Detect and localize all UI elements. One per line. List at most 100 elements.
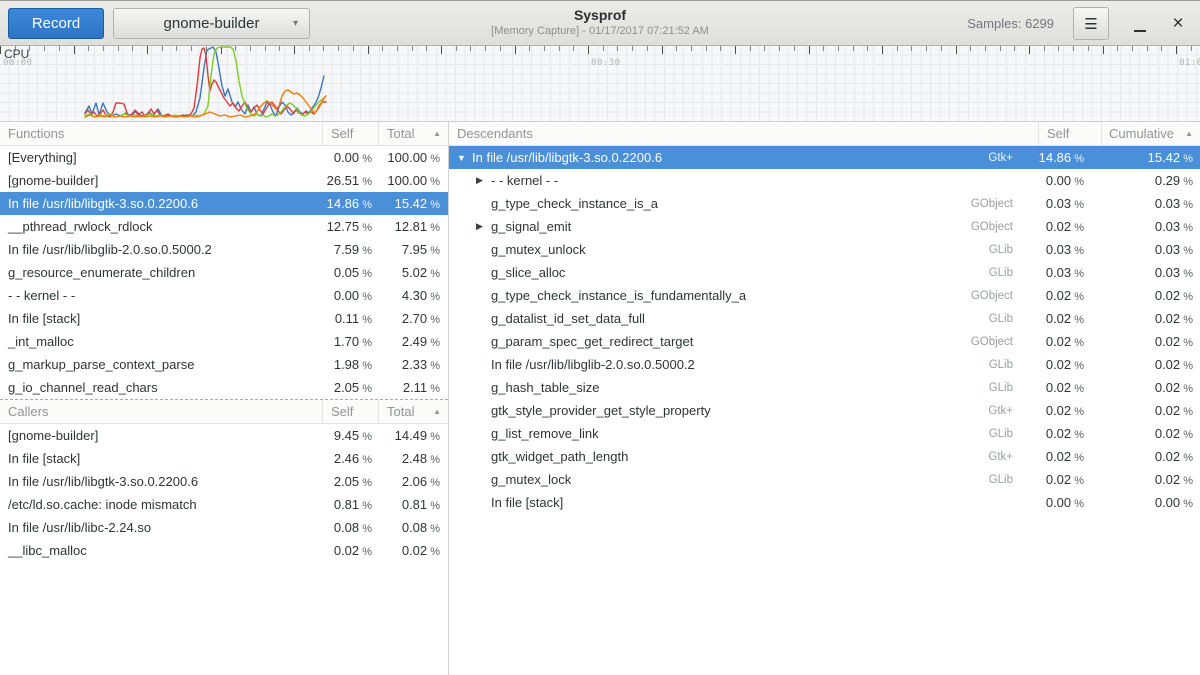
functions-column-header[interactable]: Functions (0, 122, 322, 145)
descendants-self-column-header[interactable]: Self (1038, 122, 1101, 145)
descendant-name-cell: g_mutex_lockGLib (449, 472, 1021, 487)
library-tag: Gtk+ (988, 451, 1021, 463)
descendant-name-cell: ▼In file /usr/lib/libgtk-3.so.0.2200.6Gt… (449, 150, 1021, 165)
tree-row[interactable]: In file /usr/lib/libglib-2.0.so.0.5000.2… (449, 353, 1200, 376)
self-value: 14.86 % (1021, 150, 1094, 165)
descendant-name: g_datalist_id_set_data_full (491, 311, 645, 326)
descendant-name: In file /usr/lib/libgtk-3.so.0.2200.6 (472, 150, 662, 165)
callers-total-column-header[interactable]: Total▲ (378, 400, 448, 423)
function-name: In file /usr/lib/libc-2.24.so (0, 520, 322, 535)
cpu-timeline-graph[interactable]: CPU 00:0000:3001:00 (0, 46, 1200, 122)
cumulative-value: 0.02 % (1094, 403, 1200, 418)
descendants-table: ▼In file /usr/lib/libgtk-3.so.0.2200.6 Gt… (449, 146, 1200, 514)
tree-row[interactable]: gtk_widget_path_lengthGtk+0.02 %0.02 % (449, 445, 1200, 468)
table-row[interactable]: - - kernel - -0.00 %4.30 % (0, 284, 448, 307)
library-tag: GLib (989, 313, 1021, 325)
descendant-name-cell: g_param_spec_get_redirect_targetGObject (449, 334, 1021, 349)
close-icon: × (1172, 13, 1183, 35)
header-bar: Record gnome-builder ▾ Sysprof [Memory C… (0, 0, 1200, 46)
library-tag: Gtk+ (988, 405, 1021, 417)
self-value: 1.98 % (322, 357, 378, 372)
descendant-name: g_type_check_instance_is_fundamentally_a (491, 288, 746, 303)
collapse-icon[interactable]: ▼ (457, 153, 472, 163)
tree-row[interactable]: g_datalist_id_set_data_fullGLib0.02 %0.0… (449, 307, 1200, 330)
callers-self-column-header[interactable]: Self (322, 400, 378, 423)
table-row[interactable]: _int_malloc1.70 %2.49 % (0, 330, 448, 353)
table-row[interactable]: [gnome-builder]9.45 %14.49 % (0, 424, 448, 447)
self-value: 0.00 % (322, 288, 378, 303)
function-name: _int_malloc (0, 334, 322, 349)
tree-row[interactable]: g_hash_table_sizeGLib0.02 %0.02 % (449, 376, 1200, 399)
table-row[interactable]: [gnome-builder]26.51 %100.00 % (0, 169, 448, 192)
library-tag: GObject (971, 336, 1021, 348)
function-name: [gnome-builder] (0, 428, 322, 443)
table-row[interactable]: In file /usr/lib/libc-2.24.so0.08 %0.08 … (0, 516, 448, 539)
total-column-label: Total (387, 126, 414, 141)
function-name: - - kernel - - (0, 288, 322, 303)
table-row[interactable]: In file [stack]2.46 %2.48 % (0, 447, 448, 470)
tree-row[interactable]: g_slice_allocGLib0.03 %0.03 % (449, 261, 1200, 284)
time-label: 00:30 (591, 58, 621, 68)
table-row[interactable]: In file /usr/lib/libgtk-3.so.0.2200.62.0… (0, 470, 448, 493)
sort-ascending-icon: ▲ (1185, 129, 1193, 138)
expand-icon[interactable]: ▶ (476, 221, 491, 232)
table-row[interactable]: In file [stack]0.11 %2.70 % (0, 307, 448, 330)
descendant-name-cell: g_type_check_instance_is_fundamentally_a… (449, 288, 1021, 303)
table-row[interactable]: /etc/ld.so.cache: inode mismatch0.81 %0.… (0, 493, 448, 516)
self-value: 0.02 % (1021, 334, 1094, 349)
record-button[interactable]: Record (8, 8, 104, 39)
tree-row[interactable]: gtk_style_provider_get_style_propertyGtk… (449, 399, 1200, 422)
tree-row[interactable]: ▼In file /usr/lib/libgtk-3.so.0.2200.6Gt… (449, 146, 1200, 169)
total-value: 14.49 % (378, 428, 448, 443)
self-value: 2.46 % (322, 451, 378, 466)
functions-self-column-header[interactable]: Self (322, 122, 378, 145)
table-row[interactable]: g_resource_enumerate_children0.05 %5.02 … (0, 261, 448, 284)
descendants-cumulative-column-header[interactable]: Cumulative▲ (1101, 122, 1200, 145)
tree-row[interactable]: g_mutex_unlockGLib0.03 %0.03 % (449, 238, 1200, 261)
total-value: 2.70 % (378, 311, 448, 326)
descendant-name-cell: gtk_style_provider_get_style_propertyGtk… (449, 403, 1021, 418)
table-row[interactable]: In file /usr/lib/libglib-2.0.so.0.5000.2… (0, 238, 448, 261)
tree-row[interactable]: g_list_remove_linkGLib0.02 %0.02 % (449, 422, 1200, 445)
table-row[interactable]: g_io_channel_read_chars2.05 %2.11 % (0, 376, 448, 399)
descendants-column-header[interactable]: Descendants (449, 122, 1038, 145)
library-tag: GLib (989, 244, 1021, 256)
tree-row[interactable]: ▶- - kernel - -0.00 %0.29 % (449, 169, 1200, 192)
self-value: 0.02 % (322, 543, 378, 558)
expand-icon[interactable]: ▶ (476, 175, 491, 186)
descendant-name: In file [stack] (491, 495, 563, 510)
callers-table-header: Callers Self Total▲ (0, 400, 448, 424)
table-row[interactable]: __libc_malloc0.02 %0.02 % (0, 539, 448, 562)
tree-row[interactable]: g_mutex_lockGLib0.02 %0.02 % (449, 468, 1200, 491)
tree-row[interactable]: g_param_spec_get_redirect_targetGObject0… (449, 330, 1200, 353)
self-value: 0.02 % (1021, 357, 1094, 372)
minimize-button[interactable] (1126, 10, 1154, 38)
cumulative-value: 0.02 % (1094, 449, 1200, 464)
self-value: 0.00 % (322, 150, 378, 165)
tree-row[interactable]: In file [stack]0.00 %0.00 % (449, 491, 1200, 514)
tree-row[interactable]: ▶g_signal_emitGObject0.02 %0.03 % (449, 215, 1200, 238)
descendant-name: g_slice_alloc (491, 265, 565, 280)
descendant-name-cell: ▶g_signal_emitGObject (449, 219, 1021, 234)
descendant-name: - - kernel - - (491, 173, 558, 188)
close-button[interactable]: × (1164, 10, 1192, 38)
cumulative-value: 0.03 % (1094, 196, 1200, 211)
self-value: 26.51 % (322, 173, 378, 188)
callers-column-header[interactable]: Callers (0, 400, 322, 423)
functions-total-column-header[interactable]: Total▲ (378, 122, 448, 145)
process-selector-dropdown[interactable]: gnome-builder ▾ (113, 8, 310, 39)
tree-row[interactable]: g_type_check_instance_is_fundamentally_a… (449, 284, 1200, 307)
self-value: 14.86 % (322, 196, 378, 211)
self-value: 0.02 % (1021, 380, 1094, 395)
menu-button[interactable]: ☰ (1073, 7, 1109, 40)
function-name: g_markup_parse_context_parse (0, 357, 322, 372)
self-value: 0.05 % (322, 265, 378, 280)
self-value: 0.03 % (1021, 265, 1094, 280)
self-value: 0.08 % (322, 520, 378, 535)
table-row[interactable]: In file /usr/lib/libgtk-3.so.0.2200.614.… (0, 192, 448, 215)
function-name: [gnome-builder] (0, 173, 322, 188)
tree-row[interactable]: g_type_check_instance_is_aGObject0.03 %0… (449, 192, 1200, 215)
table-row[interactable]: g_markup_parse_context_parse1.98 %2.33 % (0, 353, 448, 376)
table-row[interactable]: __pthread_rwlock_rdlock12.75 %12.81 % (0, 215, 448, 238)
table-row[interactable]: [Everything]0.00 %100.00 % (0, 146, 448, 169)
